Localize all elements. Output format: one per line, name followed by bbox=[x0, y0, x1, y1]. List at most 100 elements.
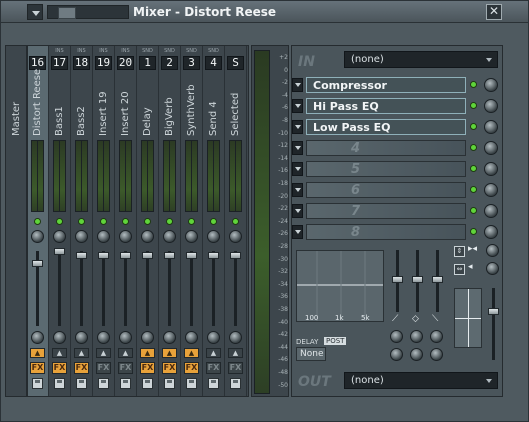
master-volume-fader[interactable] bbox=[492, 288, 495, 360]
send-arrow-icon[interactable]: ▲ bbox=[140, 348, 155, 358]
volume-fader-cap[interactable] bbox=[230, 252, 241, 259]
slot-menu-arrow-icon[interactable] bbox=[292, 99, 303, 113]
fx-button[interactable]: FX bbox=[184, 362, 199, 374]
send-arrow-icon[interactable]: ▲ bbox=[184, 348, 199, 358]
disk-icon[interactable] bbox=[208, 378, 219, 389]
volume-fader[interactable] bbox=[102, 251, 105, 326]
eq-high-bw-knob[interactable] bbox=[430, 348, 443, 361]
send-arrow-icon[interactable]: ▲ bbox=[206, 348, 221, 358]
mixer-strip-10[interactable]: S Selected ▲ FX bbox=[226, 46, 247, 396]
slot-menu-arrow-icon[interactable] bbox=[292, 204, 303, 218]
volume-fader-cap[interactable] bbox=[142, 252, 153, 259]
send-level-knob[interactable] bbox=[119, 331, 132, 344]
slot-mix-knob[interactable] bbox=[484, 99, 498, 113]
send-arrow-icon[interactable]: ▲ bbox=[162, 348, 177, 358]
fx-button[interactable]: FX bbox=[206, 362, 221, 374]
fx-slot-6[interactable]: 6 bbox=[292, 181, 502, 199]
pan-knob[interactable] bbox=[185, 230, 198, 243]
fx-button[interactable]: FX bbox=[118, 362, 133, 374]
volume-fader[interactable] bbox=[168, 251, 171, 326]
slot-enable-led[interactable] bbox=[470, 144, 477, 151]
fx-button[interactable]: FX bbox=[96, 362, 111, 374]
fx-button[interactable]: FX bbox=[162, 362, 177, 374]
volume-fader-cap[interactable] bbox=[32, 260, 43, 267]
disk-icon[interactable] bbox=[120, 378, 131, 389]
slot-box[interactable]: Compressor bbox=[306, 77, 466, 93]
fx-button[interactable]: FX bbox=[30, 362, 45, 374]
disk-icon[interactable] bbox=[32, 378, 43, 389]
enable-led[interactable] bbox=[166, 218, 173, 225]
slot-mix-knob[interactable] bbox=[484, 120, 498, 134]
enable-led[interactable] bbox=[34, 218, 41, 225]
eq-high-freq-knob[interactable] bbox=[430, 330, 443, 343]
mixer-strip-7[interactable]: SND 2 BigVerb ▲ FX bbox=[160, 46, 181, 396]
send-arrow-icon[interactable]: ▲ bbox=[228, 348, 243, 358]
slot-enable-led[interactable] bbox=[470, 123, 477, 130]
disk-icon[interactable] bbox=[54, 378, 65, 389]
eq-mid-fader-cap[interactable] bbox=[412, 276, 423, 283]
fx-slot-7[interactable]: 7 bbox=[292, 202, 502, 220]
volume-fader[interactable] bbox=[124, 251, 127, 326]
enable-led[interactable] bbox=[210, 218, 217, 225]
master-pan-knob[interactable] bbox=[486, 262, 499, 275]
input-select[interactable]: (none) bbox=[344, 51, 498, 68]
fx-slot-3[interactable]: Low Pass EQ bbox=[292, 118, 502, 136]
send-arrow-icon[interactable]: ▲ bbox=[118, 348, 133, 358]
window-menu-button[interactable] bbox=[27, 4, 43, 20]
eq-mid-bw-knob[interactable] bbox=[410, 348, 423, 361]
master-strip[interactable]: Master bbox=[5, 45, 27, 397]
title-bar[interactable]: Mixer - Distort Reese ✕ bbox=[1, 1, 528, 23]
volume-fader-cap[interactable] bbox=[164, 252, 175, 259]
pan-knob[interactable] bbox=[229, 230, 242, 243]
slot-box[interactable]: 6 bbox=[306, 182, 466, 198]
fx-button[interactable]: FX bbox=[228, 362, 243, 374]
mixer-strip-1[interactable]: 16 Distort Reese ▲ FX bbox=[28, 46, 49, 396]
eq-graph[interactable] bbox=[296, 250, 384, 322]
enable-led[interactable] bbox=[78, 218, 85, 225]
slot-enable-led[interactable] bbox=[470, 81, 477, 88]
volume-fader-cap[interactable] bbox=[98, 252, 109, 259]
pan-knob[interactable] bbox=[163, 230, 176, 243]
fx-slot-2[interactable]: Hi Pass EQ bbox=[292, 97, 502, 115]
slot-menu-arrow-icon[interactable] bbox=[292, 120, 303, 134]
mixer-strip-3[interactable]: INS 18 Bass2 ▲ FX bbox=[72, 46, 93, 396]
output-select[interactable]: (none) bbox=[344, 372, 498, 389]
volume-fader[interactable] bbox=[146, 251, 149, 326]
fx-button[interactable]: FX bbox=[52, 362, 67, 374]
slot-menu-arrow-icon[interactable] bbox=[292, 225, 303, 239]
slot-box[interactable]: Hi Pass EQ bbox=[306, 98, 466, 114]
stereo-separation-knob[interactable] bbox=[486, 244, 499, 257]
slot-box[interactable]: Low Pass EQ bbox=[306, 119, 466, 135]
pan-knob[interactable] bbox=[97, 230, 110, 243]
slot-menu-arrow-icon[interactable] bbox=[292, 183, 303, 197]
post-toggle[interactable]: POST bbox=[324, 337, 347, 345]
eq-low-fader-cap[interactable] bbox=[392, 276, 403, 283]
slot-mix-knob[interactable] bbox=[484, 183, 498, 197]
pan-knob[interactable] bbox=[53, 230, 66, 243]
volume-fader[interactable] bbox=[190, 251, 193, 326]
send-level-knob[interactable] bbox=[31, 331, 44, 344]
slot-enable-led[interactable] bbox=[470, 165, 477, 172]
fx-button[interactable]: FX bbox=[74, 362, 89, 374]
pan-knob[interactable] bbox=[75, 230, 88, 243]
volume-fader-cap[interactable] bbox=[120, 252, 131, 259]
send-level-knob[interactable] bbox=[53, 331, 66, 344]
enable-led[interactable] bbox=[144, 218, 151, 225]
stereo-xy-pad[interactable] bbox=[454, 288, 482, 348]
slot-box[interactable]: 4 bbox=[306, 140, 466, 156]
volume-fader-cap[interactable] bbox=[208, 252, 219, 259]
fx-button[interactable]: FX bbox=[140, 362, 155, 374]
mixer-strip-6[interactable]: SND 1 Delay ▲ FX bbox=[138, 46, 159, 396]
mixer-strip-9[interactable]: SND 4 Send 4 ▲ FX bbox=[204, 46, 225, 396]
slot-enable-led[interactable] bbox=[470, 186, 477, 193]
fx-slot-8[interactable]: 8 bbox=[292, 223, 502, 241]
send-level-knob[interactable] bbox=[207, 331, 220, 344]
slot-box[interactable]: 7 bbox=[306, 203, 466, 219]
send-level-knob[interactable] bbox=[97, 331, 110, 344]
slot-box[interactable]: 5 bbox=[306, 161, 466, 177]
slot-menu-arrow-icon[interactable] bbox=[292, 162, 303, 176]
eq-low-freq-knob[interactable] bbox=[390, 330, 403, 343]
send-level-knob[interactable] bbox=[229, 331, 242, 344]
disk-icon[interactable] bbox=[230, 378, 241, 389]
volume-fader-cap[interactable] bbox=[76, 252, 87, 259]
